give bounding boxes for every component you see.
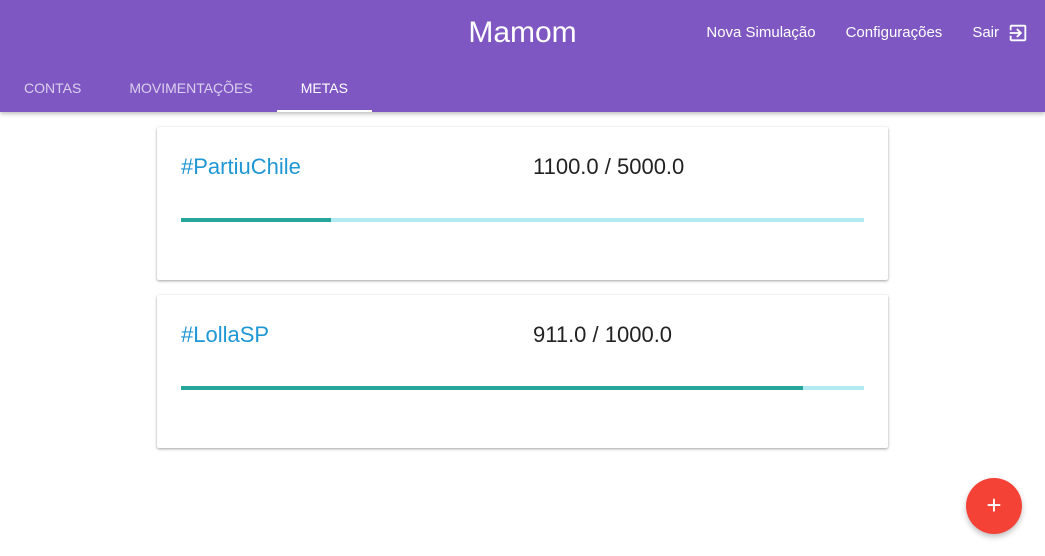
goal-card: #PartiuChile 1100.0 / 5000.0 (157, 127, 888, 280)
goal-name-link[interactable]: #LollaSP (181, 321, 269, 349)
tab-metas[interactable]: METAS (276, 64, 373, 112)
goals-list: #PartiuChile 1100.0 / 5000.0 #LollaSP 91… (0, 112, 1045, 556)
goal-progress-fill (181, 218, 332, 222)
new-simulation-link[interactable]: Nova Simulação (706, 20, 815, 46)
tab-label: MOVIMENTAÇÕES (129, 80, 253, 96)
tab-movimentacoes[interactable]: MOVIMENTAÇÕES (105, 64, 276, 112)
app-root: Mamom Nova Simulação Configurações Sair … (0, 0, 1045, 556)
logout-link[interactable]: Sair (972, 20, 1029, 46)
plus-icon: + (986, 490, 1002, 520)
main-tabs: CONTAS MOVIMENTAÇÕES METAS (0, 64, 373, 112)
tab-label: METAS (300, 80, 348, 96)
goal-progress-bar (181, 386, 864, 390)
settings-link[interactable]: Configurações (846, 20, 943, 46)
goal-amount: 911.0 / 1000.0 (533, 322, 673, 347)
goal-progress-bar (181, 218, 864, 222)
logout-label: Sair (972, 24, 999, 41)
tab-contas[interactable]: CONTAS (0, 64, 105, 112)
goal-progress-fill (181, 386, 804, 390)
top-actions: Nova Simulação Configurações Sair (676, 20, 1029, 46)
goal-name-link[interactable]: #PartiuChile (181, 153, 301, 181)
goal-amount: 1100.0 / 5000.0 (533, 154, 685, 179)
app-header: Mamom Nova Simulação Configurações Sair … (0, 0, 1045, 112)
tab-label: CONTAS (24, 80, 82, 96)
exit-to-app-icon (1009, 24, 1027, 42)
goal-card: #LollaSP 911.0 / 1000.0 (157, 295, 888, 448)
add-goal-button[interactable]: + (966, 478, 1022, 534)
